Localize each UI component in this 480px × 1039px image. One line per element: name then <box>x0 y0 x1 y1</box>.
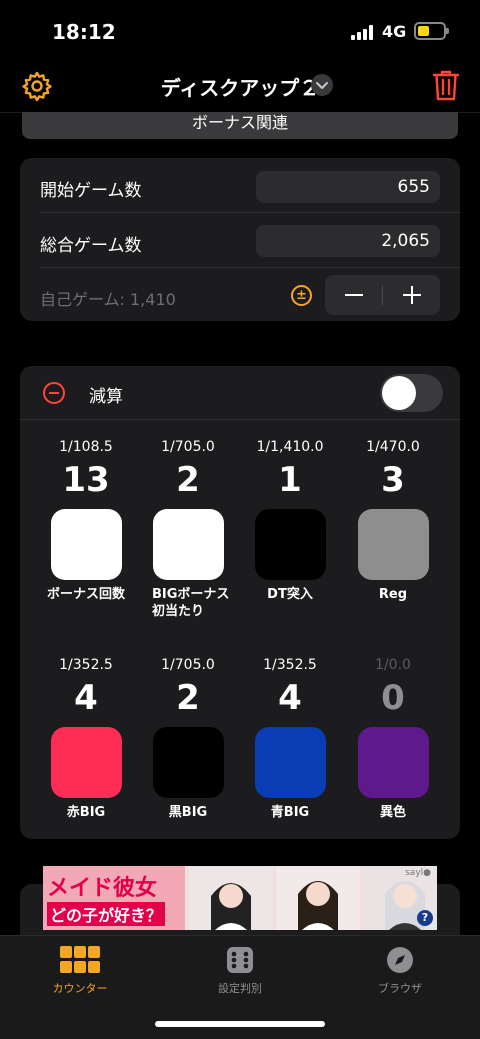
network-label: 4G <box>382 22 407 41</box>
plus-minus-icon[interactable]: ± <box>291 285 312 306</box>
count-value: 2 <box>176 678 200 718</box>
start-games-field[interactable]: 655 <box>256 171 440 203</box>
probability-label: 1/352.5 <box>263 657 317 673</box>
counter-tile-black-big: 1/705.0 2 黒BIG <box>137 657 239 821</box>
count-value: 13 <box>62 460 110 500</box>
tile-label: DT突入 <box>267 587 313 602</box>
count-value: 3 <box>381 460 405 500</box>
tab-label: カウンター <box>52 982 108 995</box>
counter-button[interactable] <box>152 509 224 580</box>
counter-tile-bonus: 1/108.5 13 ボーナス回数 <box>35 439 137 603</box>
decrement-button[interactable] <box>345 294 363 296</box>
chevron-down-icon[interactable] <box>311 74 333 96</box>
page-title: ディスクアップ２ <box>160 76 320 100</box>
battery-icon <box>414 22 449 40</box>
bonus-section-tab[interactable]: ボーナス関連 <box>22 112 458 139</box>
count-value: 1 <box>278 460 302 500</box>
tab-label: 設定判別 <box>218 982 262 995</box>
tile-label: 青BIG <box>270 805 310 820</box>
probability-label: 1/705.0 <box>161 439 215 455</box>
ad-character-image <box>276 866 360 930</box>
start-games-label: 開始ゲーム数 <box>40 181 142 201</box>
probability-label: 1/352.5 <box>59 657 113 673</box>
signal-icon <box>351 25 377 40</box>
row-divider <box>40 212 460 213</box>
probability-label: 1/108.5 <box>59 439 113 455</box>
probability-label: 1/470.0 <box>366 439 420 455</box>
probability-label: 1/0.0 <box>375 657 411 673</box>
counter-tile-red-big: 1/352.5 4 赤BIG <box>35 657 137 821</box>
status-time: 18:12 <box>52 20 116 44</box>
tab-label: ブラウザ <box>378 982 422 995</box>
subtract-label: 減算 <box>89 387 123 407</box>
counter-tile-odd-color: 1/0.0 0 異色 <box>342 657 444 821</box>
dice-icon <box>226 946 254 974</box>
ad-headline: メイド彼女 <box>47 876 158 901</box>
game-count-card: 開始ゲーム数 655 総合ゲーム数 2,065 自己ゲーム: 1,410 ± <box>20 158 460 321</box>
compass-icon <box>386 946 414 974</box>
home-indicator <box>155 1021 325 1027</box>
minus-circle-icon <box>43 382 65 404</box>
counter-card: 減算 1/108.5 13 ボーナス回数 1/705.0 2 BIGボーナス初当… <box>20 366 460 839</box>
trash-icon[interactable] <box>432 68 460 102</box>
total-games-label: 総合ゲーム数 <box>40 236 142 256</box>
count-value: 0 <box>381 678 405 718</box>
game-stepper <box>325 275 440 315</box>
self-games-label: 自己ゲーム: 1,410 <box>40 290 176 309</box>
count-value: 4 <box>74 678 98 718</box>
counter-tile-blue-big: 1/352.5 4 青BIG <box>239 657 341 821</box>
nav-bar: ディスクアップ２ <box>0 64 480 112</box>
counter-button[interactable] <box>50 727 122 798</box>
tab-settings-judge[interactable]: 設定判別 <box>180 936 300 996</box>
counter-button[interactable] <box>152 727 224 798</box>
counter-tile-reg: 1/470.0 3 Reg <box>342 439 444 603</box>
counter-button[interactable] <box>357 509 429 580</box>
tab-browser[interactable]: ブラウザ <box>340 936 460 996</box>
tile-label: BIGボーナス初当たり <box>152 587 230 619</box>
counter-button[interactable] <box>357 727 429 798</box>
ad-banner[interactable]: メイド彼女 どの子が好き？ sayl● ? <box>43 866 437 930</box>
counter-tile-big-first: 1/705.0 2 BIGボーナス初当たり <box>137 439 239 620</box>
probability-label: 1/1,410.0 <box>256 439 324 455</box>
count-value: 2 <box>176 460 200 500</box>
status-bar: 18:12 4G <box>0 0 480 64</box>
count-value: 4 <box>278 678 302 718</box>
ad-info-icon[interactable]: ? <box>417 910 433 926</box>
tile-label: Reg <box>378 587 408 602</box>
counter-button[interactable] <box>50 509 122 580</box>
tile-label: 黒BIG <box>168 805 208 820</box>
subtract-toggle[interactable] <box>380 374 443 412</box>
total-games-field[interactable]: 2,065 <box>256 225 440 257</box>
probability-label: 1/705.0 <box>161 657 215 673</box>
counter-button[interactable] <box>254 727 326 798</box>
row-divider <box>40 267 460 268</box>
tile-label: 赤BIG <box>66 805 106 820</box>
ad-subline: どの子が好き？ <box>47 902 166 926</box>
counter-button[interactable] <box>254 509 326 580</box>
counter-tile-dt: 1/1,410.0 1 DT突入 <box>239 439 341 603</box>
tab-counter[interactable]: カウンター <box>20 936 140 996</box>
ad-brand: sayl● <box>405 868 431 878</box>
ad-character-image <box>189 866 273 930</box>
tile-label: 異色 <box>379 805 406 820</box>
tile-label: ボーナス回数 <box>46 587 125 602</box>
grid-icon <box>60 946 100 974</box>
